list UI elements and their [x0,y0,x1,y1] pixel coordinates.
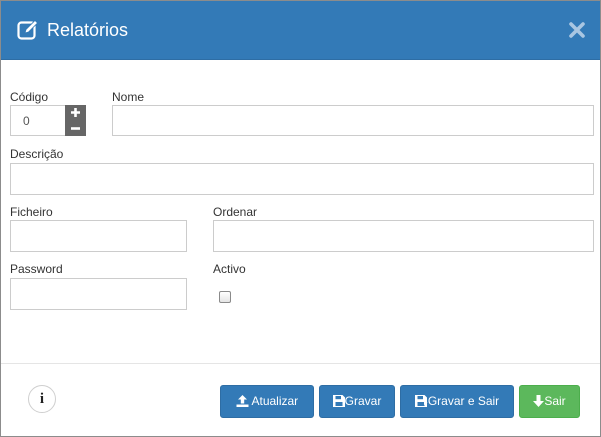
descricao-label: Descrição [10,147,64,161]
sair-button[interactable]: Sair [519,385,580,418]
codigo-stepper [65,105,86,136]
codigo-input[interactable] [10,105,66,136]
edit-icon [17,19,39,40]
arrow-down-icon [533,395,545,407]
atualizar-button[interactable]: Atualizar [220,385,314,418]
dialog-title: Relatórios [47,20,129,40]
info-button[interactable]: i [28,385,56,413]
upload-icon [236,395,249,407]
floppy-disk-icon [332,395,345,407]
plus-icon [71,108,80,117]
decrement-button[interactable] [65,121,86,136]
codigo-label: Código [10,90,49,104]
footer-divider [1,363,600,364]
gravar-sair-label: Gravar e Sair [427,394,500,408]
dialog-header: Relatórios [1,1,600,60]
ficheiro-label: Ficheiro [10,205,53,219]
ordenar-input[interactable] [213,220,594,252]
ordenar-label: Ordenar [213,205,258,219]
password-input[interactable] [10,278,187,310]
descricao-input[interactable] [10,163,594,195]
increment-button[interactable] [65,105,86,120]
ficheiro-input[interactable] [10,220,187,252]
atualizar-label: Atualizar [251,394,299,408]
sair-label: Sair [544,394,566,408]
activo-checkbox[interactable] [219,291,231,303]
relatorios-dialog: Relatórios Código Nome Descrição Ficheir… [0,0,601,437]
info-icon: i [39,391,45,407]
nome-label: Nome [112,90,145,104]
minus-icon [71,127,80,130]
password-label: Password [10,262,63,276]
floppy-disk-exit-icon [414,395,428,407]
gravar-label: Gravar [344,394,382,408]
gravar-button[interactable]: Gravar [319,385,395,418]
gravar-sair-button[interactable]: Gravar e Sair [400,385,514,418]
nome-input[interactable] [112,105,594,136]
activo-label: Activo [213,262,246,276]
close-icon[interactable] [568,21,586,39]
